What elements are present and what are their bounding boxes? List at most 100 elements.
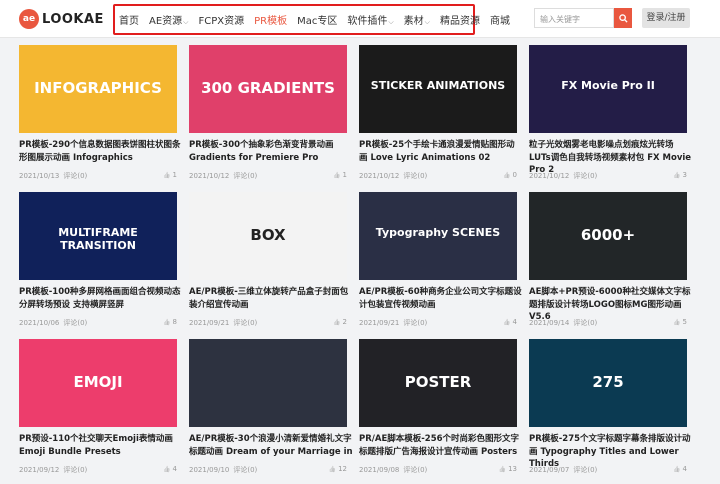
card-likes[interactable]: 0	[503, 171, 517, 181]
card-comments[interactable]: 评论(0)	[63, 466, 87, 474]
nav-item-label: Mac专区	[297, 16, 338, 27]
card-thumbnail[interactable]: POSTER	[359, 339, 517, 427]
search-input[interactable]: 输入关键字	[534, 8, 614, 28]
card-thumbnail[interactable]: INFOGRAPHICS	[19, 45, 177, 133]
card-meta: 2021/09/08评论(0) 13	[359, 465, 517, 475]
card-meta-left: 2021/09/10 评论(0)	[189, 465, 257, 475]
card-date: 2021/10/12	[529, 172, 570, 180]
card-comments[interactable]: 评论(0)	[573, 319, 597, 327]
resource-card[interactable]: 300 GRADIENTS PR模板-300个抽象彩色渐变背景动画 Gradien…	[189, 45, 347, 185]
nav-item-5[interactable]: 软件插件⌵	[347, 12, 393, 27]
card-likes[interactable]: 2	[333, 318, 347, 328]
nav-item-3[interactable]: PR模板	[254, 12, 287, 27]
thumbnail-caption: EMOJI	[73, 373, 123, 391]
site-logo[interactable]: ae LOOKAE	[19, 9, 104, 29]
card-meta: 2021/10/12评论(0) 0	[359, 171, 517, 181]
card-thumbnail[interactable]: STICKER ANIMATIONS	[359, 45, 517, 133]
nav-item-4[interactable]: Mac专区	[297, 12, 337, 27]
thumbnail-caption: MULTIFRAME TRANSITION	[58, 226, 138, 252]
card-title[interactable]: PR模板-25个手绘卡通浪漫爱情贴图形动画 Love Lyric Animati…	[359, 139, 523, 164]
card-meta: 2021/09/10评论(0) 12	[189, 465, 347, 475]
card-likes[interactable]: 4	[673, 465, 687, 475]
card-date: 2021/10/06	[19, 319, 60, 327]
card-likes[interactable]: 8	[163, 318, 177, 328]
card-likes[interactable]: 3	[673, 171, 687, 181]
card-title[interactable]: PR模板-290个信息数据图表饼图柱状图条形图展示动画 Infographics	[19, 139, 183, 164]
thumbnail-caption: 275	[592, 373, 624, 391]
resource-card[interactable]: 6000+ AE脚本+PR预设-6000种社交媒体文字标题排版设计转场LOGO图标…	[529, 192, 690, 332]
card-comments[interactable]: 评论(0)	[233, 466, 257, 474]
card-title[interactable]: AE/PR模板-三维立体旋转产品盒子封面包装介绍宣传动画	[189, 286, 353, 311]
card-comments[interactable]: 评论(0)	[63, 172, 87, 180]
card-thumbnail[interactable]: EMOJI	[19, 339, 177, 427]
thumbnail-caption: FX Movie Pro II	[561, 79, 655, 92]
nav-item-0[interactable]: 首页	[119, 12, 139, 27]
card-comments[interactable]: 评论(0)	[403, 319, 427, 327]
resource-card[interactable]: BOX AE/PR模板-三维立体旋转产品盒子封面包装介绍宣传动画 2021/09/2…	[189, 192, 348, 332]
card-thumbnail[interactable]: MULTIFRAME TRANSITION	[19, 192, 177, 280]
card-meta: 2021/09/14评论(0) 5	[529, 318, 687, 328]
main-nav: 首页 AE资源⌵ FCPX资源 PR模板 Mac专区 软件插件⌵ 素材⌵ 精品资源 商城	[119, 12, 520, 27]
thumbnail-caption: INFOGRAPHICS	[34, 79, 162, 97]
card-date: 2021/09/14	[529, 319, 570, 327]
card-comments[interactable]: 评论(0)	[403, 466, 427, 474]
thumbnail-caption: 6000+	[580, 226, 636, 244]
card-likes[interactable]: 5	[673, 318, 687, 328]
nav-item-7[interactable]: 精品资源	[440, 12, 480, 27]
nav-item-1[interactable]: AE资源⌵	[149, 12, 188, 27]
card-comments[interactable]: 评论(0)	[573, 172, 597, 180]
resource-card[interactable]: MULTIFRAME TRANSITION PR模板-100种多屏网格画面组合视频…	[19, 192, 181, 332]
nav-item-label: 商城	[489, 16, 510, 27]
resource-card[interactable]: INFOGRAPHICS PR模板-290个信息数据图表饼图柱状图条形图展示动画 …	[19, 45, 181, 185]
resource-card[interactable]: FX Movie Pro II 粒子光效烟雾老电影噪点划痕炫光转场LUTs调色自我…	[529, 45, 691, 185]
card-comments[interactable]: 评论(0)	[233, 172, 257, 180]
card-thumbnail[interactable]: 275	[529, 339, 687, 427]
card-thumbnail[interactable]: 300 GRADIENTS	[189, 45, 347, 133]
nav-item-2[interactable]: FCPX资源	[198, 12, 244, 27]
card-meta: 2021/10/06评论(0) 8	[19, 318, 177, 328]
card-meta-left: 2021/10/13 评论(0)	[19, 171, 87, 181]
card-title[interactable]: PR模板-100种多屏网格画面组合视频动态分屏转场预设 支持横屏竖屏	[19, 286, 183, 311]
resource-card[interactable]: AE/PR模板-30个浪漫小清新爱情婚礼文字标题动画 Dream of your…	[189, 339, 353, 479]
resource-card[interactable]: Typography SCENES AE/PR模板-60种商务企业公司文字标题设计…	[359, 192, 522, 332]
card-title[interactable]: AE/PR模板-60种商务企业公司文字标题设计包装宣传视频动画	[359, 286, 523, 311]
card-title[interactable]: PR预设-110个社交聊天Emoji表情动画 Emoji Bundle Pres…	[19, 433, 183, 458]
card-comments[interactable]: 评论(0)	[403, 172, 427, 180]
nav-item-6[interactable]: 素材⌵	[404, 12, 430, 27]
thumbnail-caption: POSTER	[404, 373, 472, 391]
card-likes[interactable]: 4	[503, 318, 517, 328]
card-likes[interactable]: 4	[163, 465, 177, 475]
card-likes[interactable]: 13	[499, 465, 517, 475]
card-date: 2021/09/10	[189, 466, 230, 474]
nav-item-8[interactable]: 商城	[490, 12, 510, 27]
login-register-button[interactable]: 登录/注册	[642, 8, 690, 28]
logo-text: LOOKAE	[42, 11, 104, 27]
card-meta: 2021/10/12评论(0) 3	[529, 171, 687, 181]
resource-card[interactable]: 275 PR模板-275个文字标题字幕条排版设计动画 Typography Tit…	[529, 339, 691, 479]
card-likes[interactable]: 12	[329, 465, 347, 475]
card-thumbnail[interactable]: 6000+	[529, 192, 687, 280]
card-thumbnail[interactable]	[189, 339, 347, 427]
resource-card[interactable]: EMOJI PR预设-110个社交聊天Emoji表情动画 Emoji Bundle…	[19, 339, 177, 479]
resource-card[interactable]: POSTER PR/AE脚本模板-256个时尚彩色图形文字标题排版广告海报设计宣传…	[359, 339, 519, 479]
card-date: 2021/09/21	[189, 319, 230, 327]
search-button[interactable]	[614, 8, 632, 28]
card-comments[interactable]: 评论(0)	[233, 319, 257, 327]
card-title[interactable]: PR/AE脚本模板-256个时尚彩色图形文字标题排版广告海报设计宣传动画 Pos…	[359, 433, 523, 458]
card-title[interactable]: AE/PR模板-30个浪漫小清新爱情婚礼文字标题动画 Dream of your…	[189, 433, 353, 458]
thumbnail-caption: BOX	[250, 226, 286, 244]
card-likes[interactable]: 1	[333, 171, 347, 181]
resource-card[interactable]: STICKER ANIMATIONS PR模板-25个手绘卡通浪漫爱情贴图形动画 …	[359, 45, 517, 185]
card-likes[interactable]: 1	[163, 171, 177, 181]
card-thumbnail[interactable]: BOX	[189, 192, 347, 280]
card-comments[interactable]: 评论(0)	[63, 319, 87, 327]
card-meta: 2021/09/21评论(0) 2	[189, 318, 347, 328]
card-meta: 2021/09/07评论(0) 4	[529, 465, 687, 475]
card-meta-left: 2021/09/12 评论(0)	[19, 465, 87, 475]
card-title[interactable]: PR模板-300个抽象彩色渐变背景动画 Gradients for Premie…	[189, 139, 353, 164]
card-meta: 2021/09/12评论(0) 4	[19, 465, 177, 475]
card-thumbnail[interactable]: Typography SCENES	[359, 192, 517, 280]
card-meta-left: 2021/09/08 评论(0)	[359, 465, 427, 475]
card-thumbnail[interactable]: FX Movie Pro II	[529, 45, 687, 133]
card-comments[interactable]: 评论(0)	[573, 466, 597, 474]
